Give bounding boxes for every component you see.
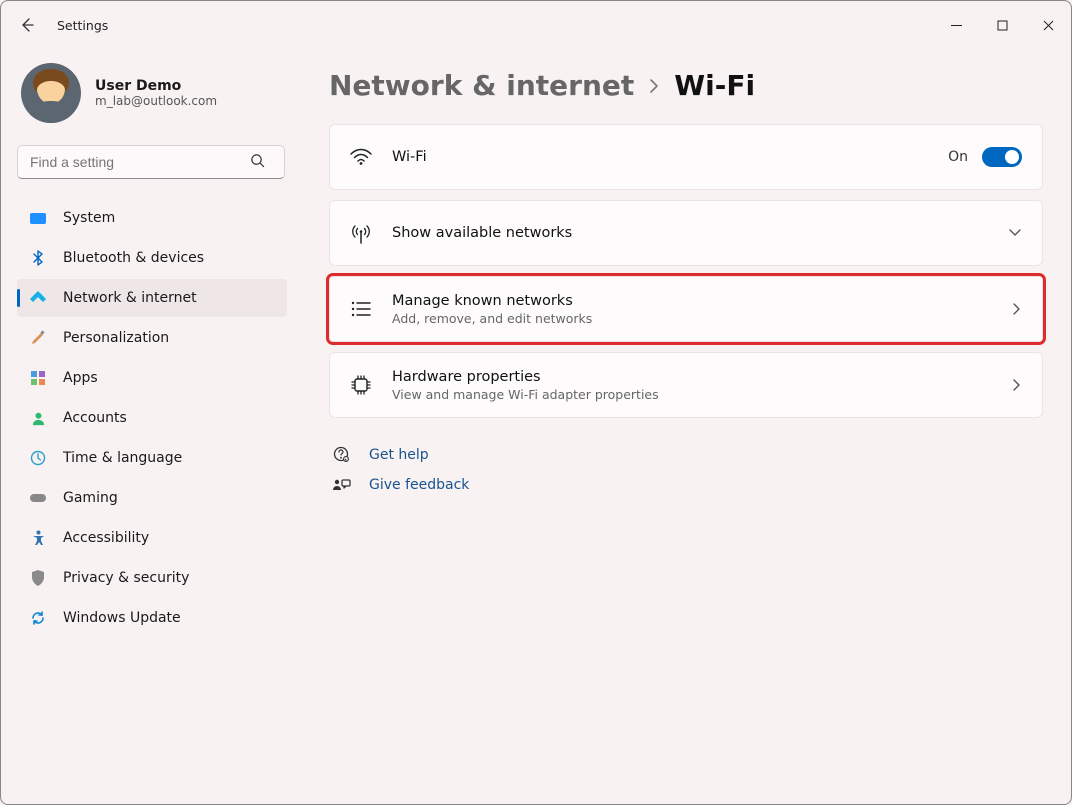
sidebar-item-accessibility[interactable]: Accessibility	[17, 519, 287, 557]
search-icon	[250, 153, 265, 168]
sidebar-item-label: Personalization	[63, 330, 169, 346]
close-icon	[1043, 20, 1054, 31]
manage-known-networks-row[interactable]: Manage known networks Add, remove, and e…	[330, 277, 1042, 341]
row-title: Show available networks	[392, 225, 988, 241]
search-box	[17, 145, 289, 179]
sidebar-item-label: Accounts	[63, 410, 127, 426]
sidebar-item-apps[interactable]: Apps	[17, 359, 287, 397]
sidebar-item-privacy[interactable]: Privacy & security	[17, 559, 287, 597]
wifi-state-label: On	[948, 149, 968, 165]
sidebar-item-label: Apps	[63, 370, 98, 386]
sidebar-item-windows-update[interactable]: Windows Update	[17, 599, 287, 637]
help-icon	[333, 446, 351, 463]
sidebar-item-label: Gaming	[63, 490, 118, 506]
breadcrumb: Network & internet Wi-Fi	[329, 69, 1043, 102]
wifi-icon	[350, 148, 372, 166]
hardware-properties-card: Hardware properties View and manage Wi-F…	[329, 352, 1043, 418]
chip-icon	[350, 375, 372, 395]
globe-clock-icon	[29, 449, 47, 467]
give-feedback-link[interactable]: Give feedback	[329, 477, 1043, 493]
sidebar-item-network[interactable]: Network & internet	[17, 279, 287, 317]
row-subtitle: Add, remove, and edit networks	[392, 311, 992, 326]
get-help-label: Get help	[369, 447, 429, 463]
sidebar-nav: System Bluetooth & devices Network & int…	[17, 199, 287, 637]
gamepad-icon	[29, 489, 47, 507]
feedback-icon	[333, 478, 351, 493]
sidebar-item-label: Privacy & security	[63, 570, 189, 586]
update-icon	[29, 609, 47, 627]
sidebar-item-label: Network & internet	[63, 290, 197, 306]
search-input[interactable]	[17, 145, 285, 179]
sidebar: User Demo m_lab@outlook.com System Bluet…	[1, 49, 301, 804]
avatar	[21, 63, 81, 123]
sidebar-item-label: Accessibility	[63, 530, 149, 546]
titlebar: Settings	[1, 1, 1071, 49]
wifi-icon	[29, 289, 47, 307]
sidebar-item-label: Windows Update	[63, 610, 181, 626]
user-email: m_lab@outlook.com	[95, 94, 217, 108]
chevron-right-icon	[648, 77, 660, 95]
monitor-icon	[29, 209, 47, 227]
apps-icon	[29, 369, 47, 387]
list-icon	[350, 301, 372, 317]
accessibility-icon	[29, 529, 47, 547]
row-subtitle: View and manage Wi-Fi adapter properties	[392, 387, 992, 402]
sidebar-item-label: Time & language	[63, 450, 182, 466]
minimize-button[interactable]	[933, 9, 979, 41]
arrow-left-icon	[19, 17, 35, 33]
chevron-right-icon	[1012, 302, 1022, 316]
sidebar-item-time-language[interactable]: Time & language	[17, 439, 287, 477]
sidebar-item-bluetooth[interactable]: Bluetooth & devices	[17, 239, 287, 277]
row-title: Manage known networks	[392, 293, 992, 309]
wifi-toggle-card: Wi-Fi On	[329, 124, 1043, 190]
breadcrumb-current: Wi-Fi	[674, 69, 755, 102]
breadcrumb-parent[interactable]: Network & internet	[329, 69, 634, 102]
row-title: Hardware properties	[392, 369, 992, 385]
available-networks-card: Show available networks	[329, 200, 1043, 266]
bluetooth-icon	[29, 249, 47, 267]
hardware-properties-row[interactable]: Hardware properties View and manage Wi-F…	[330, 353, 1042, 417]
maximize-button[interactable]	[979, 9, 1025, 41]
wifi-toggle[interactable]	[982, 147, 1022, 167]
manage-known-networks-card: Manage known networks Add, remove, and e…	[329, 276, 1043, 342]
antenna-icon	[350, 222, 372, 244]
window-title: Settings	[57, 18, 108, 33]
paintbrush-icon	[29, 329, 47, 347]
user-block[interactable]: User Demo m_lab@outlook.com	[17, 63, 289, 123]
content-pane: Network & internet Wi-Fi Wi-Fi On	[301, 49, 1071, 804]
chevron-down-icon	[1008, 228, 1022, 238]
user-name: User Demo	[95, 78, 217, 94]
sidebar-item-gaming[interactable]: Gaming	[17, 479, 287, 517]
row-title: Wi-Fi	[392, 149, 928, 165]
give-feedback-label: Give feedback	[369, 477, 469, 493]
back-button[interactable]	[19, 17, 39, 33]
wifi-toggle-row[interactable]: Wi-Fi On	[330, 125, 1042, 189]
sidebar-item-label: Bluetooth & devices	[63, 250, 204, 266]
available-networks-row[interactable]: Show available networks	[330, 201, 1042, 265]
sidebar-item-accounts[interactable]: Accounts	[17, 399, 287, 437]
sidebar-item-label: System	[63, 210, 115, 226]
get-help-link[interactable]: Get help	[329, 446, 1043, 463]
close-button[interactable]	[1025, 9, 1071, 41]
person-icon	[29, 409, 47, 427]
sidebar-item-personalization[interactable]: Personalization	[17, 319, 287, 357]
sidebar-item-system[interactable]: System	[17, 199, 287, 237]
chevron-right-icon	[1012, 378, 1022, 392]
maximize-icon	[997, 20, 1008, 31]
help-links: Get help Give feedback	[329, 446, 1043, 493]
shield-icon	[29, 569, 47, 587]
minimize-icon	[951, 20, 962, 31]
